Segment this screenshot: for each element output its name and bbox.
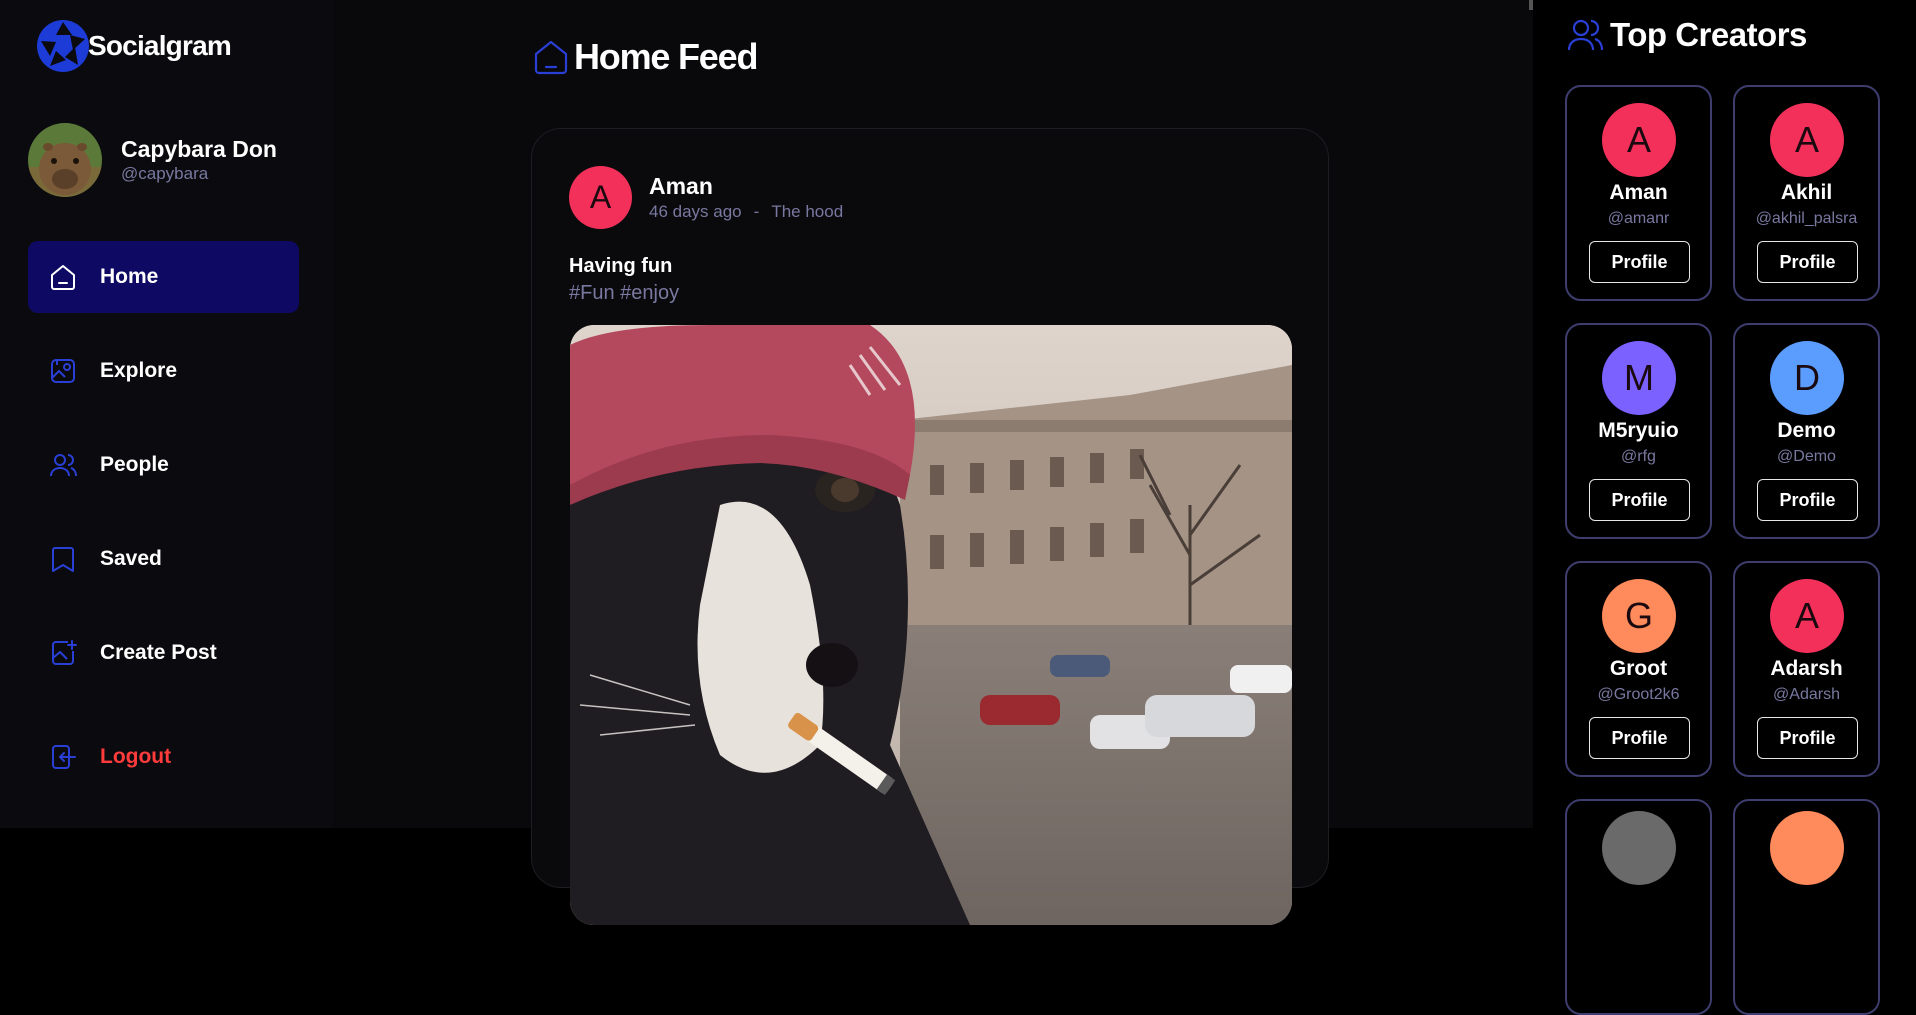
post-card[interactable]: A Aman 46 days ago - The hood Having fun #… xyxy=(531,128,1329,925)
creator-avatar: M xyxy=(1602,341,1676,415)
creator-avatar xyxy=(1770,811,1844,885)
bookmark-icon xyxy=(52,547,74,572)
profile-button[interactable]: Profile xyxy=(1757,241,1858,283)
logout-label: Logout xyxy=(100,745,172,768)
nav-label-create-post: Create Post xyxy=(100,641,217,664)
app-logo[interactable]: Socialgram xyxy=(36,18,232,74)
home-icon xyxy=(534,40,568,75)
creator-avatar: D xyxy=(1770,341,1844,415)
creator-card: D Demo @Demo Profile xyxy=(1733,323,1880,539)
post-tags: #Fun #enjoy xyxy=(569,282,680,304)
creator-avatar: A xyxy=(1770,103,1844,177)
post-header: A Aman 46 days ago - The hood xyxy=(569,166,843,229)
creator-card: G Groot @Groot2k6 Profile xyxy=(1565,561,1712,777)
feed-title-text: Home Feed xyxy=(574,36,758,77)
people-icon xyxy=(50,454,77,477)
top-creators-title: Top Creators xyxy=(1610,16,1807,53)
nav-item-people[interactable]: People xyxy=(28,429,299,501)
post-image[interactable] xyxy=(570,325,1292,925)
creator-avatar xyxy=(1602,811,1676,885)
creator-card: A Adarsh @Adarsh Profile xyxy=(1733,561,1880,777)
creator-name: Adarsh xyxy=(1770,657,1843,680)
page-title: Home Feed xyxy=(532,36,758,78)
creator-handle: @amanr xyxy=(1607,210,1670,227)
creator-handle: @Demo xyxy=(1777,448,1836,465)
user-name: Capybara Don xyxy=(121,136,277,162)
post-meta-separator: - xyxy=(753,201,760,221)
creator-card: A Aman @amanr Profile xyxy=(1565,85,1712,301)
create-post-icon xyxy=(52,640,77,665)
main-nav: Home Explore People Saved Create Post xyxy=(28,241,299,711)
nav-item-create-post[interactable]: Create Post xyxy=(28,617,299,689)
nav-label-explore: Explore xyxy=(100,359,178,382)
profile-button[interactable]: Profile xyxy=(1589,241,1690,283)
creator-handle: @akhil_palsra xyxy=(1755,210,1858,227)
creator-name: Aman xyxy=(1609,181,1668,204)
creator-card xyxy=(1733,799,1880,1015)
post-meta-line: 46 days ago - The hood xyxy=(649,200,843,224)
creator-card: M M5ryuio @rfg Profile xyxy=(1565,323,1712,539)
nav-item-explore[interactable]: Explore xyxy=(28,335,299,407)
app-name: Socialgram xyxy=(88,30,232,61)
profile-button[interactable]: Profile xyxy=(1757,479,1858,521)
user-handle: @capybara xyxy=(121,164,209,183)
nav-item-saved[interactable]: Saved xyxy=(28,523,299,595)
creator-card xyxy=(1565,799,1712,1015)
home-icon xyxy=(51,265,75,290)
people-icon xyxy=(1567,19,1604,51)
nav-item-home[interactable]: Home xyxy=(28,241,299,313)
logout-button[interactable]: Logout xyxy=(48,742,171,772)
creator-avatar: A xyxy=(1602,103,1676,177)
creator-avatar: A xyxy=(1770,579,1844,653)
creator-name: Groot xyxy=(1609,657,1668,680)
post-time: 46 days ago xyxy=(649,201,742,221)
top-creators-heading: Top Creators xyxy=(1566,16,1807,54)
nav-label-saved: Saved xyxy=(100,547,162,570)
post-author-avatar[interactable]: A xyxy=(569,166,632,229)
left-sidebar: Socialgram Capybara Don @capybara Home E… xyxy=(0,0,333,828)
creator-avatar: G xyxy=(1602,579,1676,653)
explore-icon xyxy=(51,359,75,383)
creator-name: Demo xyxy=(1777,419,1836,442)
post-caption: Having fun xyxy=(569,255,673,277)
nav-label-home: Home xyxy=(100,265,159,288)
creator-name: Akhil xyxy=(1780,181,1833,204)
logout-icon xyxy=(52,745,76,769)
creator-handle: @Groot2k6 xyxy=(1597,686,1680,703)
creator-handle: @rfg xyxy=(1621,448,1656,465)
profile-button[interactable]: Profile xyxy=(1589,717,1690,759)
aperture-logo-icon xyxy=(37,20,89,72)
creator-card: A Akhil @akhil_palsra Profile xyxy=(1733,85,1880,301)
post-location: The hood xyxy=(771,201,844,221)
nav-label-people: People xyxy=(100,453,169,476)
creator-name: M5ryuio xyxy=(1598,419,1679,442)
profile-button[interactable]: Profile xyxy=(1589,479,1690,521)
post-author-name[interactable]: Aman xyxy=(649,172,843,200)
avatar xyxy=(28,123,102,197)
profile-button[interactable]: Profile xyxy=(1757,717,1858,759)
creator-handle: @Adarsh xyxy=(1773,686,1840,703)
user-profile[interactable]: Capybara Don @capybara xyxy=(28,123,277,197)
